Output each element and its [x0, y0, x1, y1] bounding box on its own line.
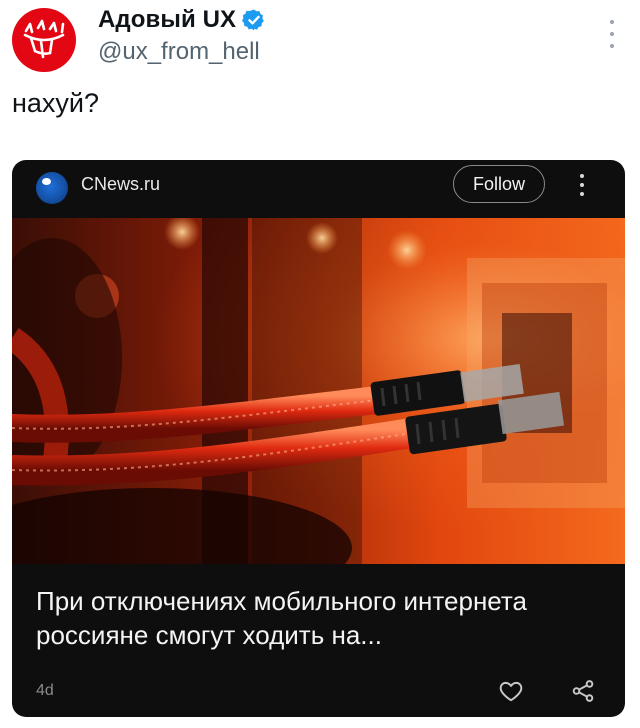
- share-icon[interactable]: [570, 678, 596, 704]
- author-name-row: Адовый UX: [98, 6, 266, 34]
- devil-trident-logo-icon: [23, 19, 65, 59]
- more-options-icon[interactable]: [604, 20, 620, 48]
- news-card[interactable]: CNews.ru Follow При отключениях мобильно…: [12, 160, 625, 717]
- news-headline[interactable]: При отключениях мобильного интернета рос…: [36, 584, 606, 652]
- tweet-text: нахуй?: [12, 88, 100, 118]
- source-name[interactable]: CNews.ru: [81, 174, 160, 195]
- verified-badge-icon: [242, 9, 264, 31]
- cnews-logo-icon[interactable]: [36, 172, 68, 204]
- author-info: Адовый UX @ux_from_hell: [98, 6, 266, 66]
- avatar[interactable]: [12, 8, 76, 72]
- news-photo[interactable]: [12, 218, 625, 564]
- post-age: 4d: [36, 682, 54, 699]
- heart-icon[interactable]: [498, 678, 524, 704]
- card-more-icon[interactable]: [578, 174, 586, 196]
- card-header: CNews.ru Follow: [12, 160, 625, 218]
- follow-button[interactable]: Follow: [453, 165, 545, 203]
- author-name[interactable]: Адовый UX: [98, 6, 236, 34]
- tweet: Адовый UX @ux_from_hell нахуй? CNews.ru …: [0, 0, 640, 728]
- author-handle[interactable]: @ux_from_hell: [98, 38, 266, 66]
